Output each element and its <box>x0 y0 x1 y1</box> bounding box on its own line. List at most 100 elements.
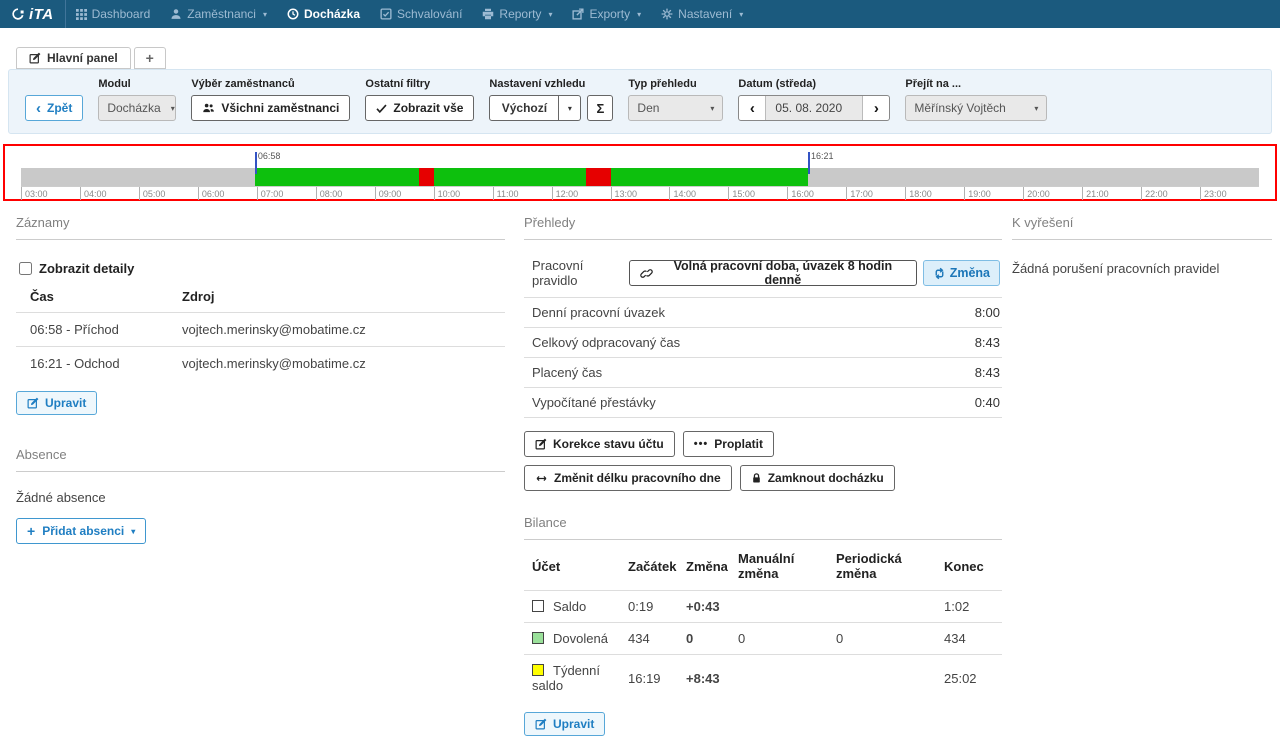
app-logo[interactable]: iTA <box>0 0 66 28</box>
edit-pencil-icon <box>27 397 39 409</box>
stat-value: 8:43 <box>975 335 1000 350</box>
nav-item-nastaveni[interactable]: Nastavení ▾ <box>651 0 753 28</box>
plus-icon: + <box>27 523 35 539</box>
employee-select-button[interactable]: Všichni zaměstnanci <box>191 95 350 121</box>
logo-clock-icon <box>11 7 25 21</box>
timeline-segment-green <box>611 168 808 186</box>
add-tab-button[interactable]: + <box>134 47 166 69</box>
stat-row: Celkový odpracovaný čas 8:43 <box>524 328 1002 358</box>
appearance-value-button[interactable]: Výchozí <box>489 95 559 121</box>
records-section: Záznamy Zobrazit detaily Čas Zdroj 06:58… <box>16 209 505 736</box>
nav-item-exporty[interactable]: Exporty ▾ <box>562 0 651 28</box>
back-button[interactable]: ‹ Zpět <box>25 95 83 121</box>
sum-button[interactable]: Σ <box>587 95 613 121</box>
group-vyber-zamestnancu: Výběr zaměstnanců Všichni zaměstnanci <box>191 78 350 121</box>
edit-pencil-icon <box>535 438 547 450</box>
balance-header: Změna <box>686 540 738 591</box>
previous-day-button[interactable]: ‹ <box>739 96 765 120</box>
chevron-down-icon: ▾ <box>131 527 135 536</box>
records-rows: 06:58 - Příchod vojtech.merinsky@mobatim… <box>16 313 505 381</box>
group-label: Přejít na ... <box>905 78 1047 90</box>
account-color-swatch <box>532 664 544 676</box>
sigma-icon: Σ <box>597 101 605 116</box>
end-value: 434 <box>944 623 1002 655</box>
nav-label: Zaměstnanci <box>187 7 256 21</box>
show-all-filters-button[interactable]: Zobrazit vše <box>365 95 474 121</box>
nav-item-dashboard[interactable]: Dashboard <box>66 0 161 28</box>
user-icon <box>170 8 182 20</box>
chevron-down-icon: ▾ <box>548 10 552 19</box>
work-rule-row: Pracovní pravidlo Volná pracovní doba, ú… <box>524 240 1002 298</box>
modul-select[interactable]: Docházka ▾ <box>98 95 176 121</box>
appearance-caret-button[interactable]: ▾ <box>559 95 581 121</box>
section-title-overview: Přehledy <box>524 209 1002 240</box>
link-icon <box>640 267 653 280</box>
stat-value: 8:00 <box>975 305 1000 320</box>
nav-item-reporty[interactable]: Reporty ▾ <box>472 0 562 28</box>
nav-item-schvalovani[interactable]: Schvalování <box>370 0 472 28</box>
timeline-tick: 05:00 <box>139 187 166 200</box>
next-day-button[interactable]: › <box>863 96 889 120</box>
stat-row: Vypočítané přestávky 0:40 <box>524 388 1002 418</box>
group-ostatni-filtry: Ostatní filtry Zobrazit vše <box>365 78 474 121</box>
go-to-employee-select[interactable]: Měřínský Vojtěch ▾ <box>905 95 1047 121</box>
start-value: 16:19 <box>628 655 686 702</box>
group-label: Datum (středa) <box>738 78 890 90</box>
tab-label: Hlavní panel <box>47 51 118 65</box>
view-type-select[interactable]: Den ▾ <box>628 95 723 121</box>
account-cell: Týdenní saldo <box>524 655 628 702</box>
timeline-segment-grey <box>808 168 1259 186</box>
timeline-segment-grey <box>21 168 255 186</box>
work-rule-button[interactable]: Volná pracovní doba, úvazek 8 hodin denn… <box>629 260 917 286</box>
stat-value: 8:43 <box>975 365 1000 380</box>
balance-header: Začátek <box>628 540 686 591</box>
lock-attendance-button[interactable]: Zamknout docházku <box>740 465 895 491</box>
start-value: 434 <box>628 623 686 655</box>
timeline-segment-red <box>586 168 611 186</box>
chevron-down-icon: ▾ <box>568 104 572 113</box>
timeline-tick: 13:00 <box>611 187 638 200</box>
change-value: 0 <box>686 623 738 655</box>
stat-label: Placený čas <box>532 365 602 380</box>
stat-label: Celkový odpracovaný čas <box>532 335 680 350</box>
edit-records-button[interactable]: Upravit <box>16 391 97 415</box>
nav-item-zamestnanci[interactable]: Zaměstnanci ▾ <box>160 0 277 28</box>
show-details-label[interactable]: Zobrazit detaily <box>39 261 134 276</box>
balance-table: Účet Začátek Změna Manuální změna Period… <box>524 540 1002 701</box>
day-timeline: 03:0004:0005:0006:0007:0008:0009:0010:00… <box>3 144 1277 201</box>
arrows-left-right-icon <box>535 473 548 484</box>
stat-row: Placený čas 8:43 <box>524 358 1002 388</box>
nav-item-dochazka[interactable]: Docházka <box>277 0 370 28</box>
change-day-length-button[interactable]: Změnit délku pracovního dne <box>524 465 732 491</box>
show-details-checkbox[interactable] <box>19 262 32 275</box>
change-rule-button[interactable]: Změna <box>923 260 1000 286</box>
account-color-swatch <box>532 600 544 612</box>
chevron-down-icon: ▾ <box>739 10 743 19</box>
balance-header: Manuální změna <box>738 540 836 591</box>
records-header-source: Zdroj <box>182 280 505 313</box>
table-row: 06:58 - Příchod vojtech.merinsky@mobatim… <box>16 313 505 347</box>
table-row: Dovolená 434 0 0 0 434 <box>524 623 1002 655</box>
add-absence-button[interactable]: + Přidat absenci ▾ <box>16 518 146 544</box>
edit-balance-button[interactable]: Upravit <box>524 712 605 736</box>
group-datum: Datum (středa) ‹ 05. 08. 2020 › <box>738 78 890 121</box>
account-cell: Dovolená <box>524 623 628 655</box>
filter-toolbar: ‹ Zpět Modul Docházka ▾ Výběr zaměstnanc… <box>8 69 1272 134</box>
payout-button[interactable]: ••• Proplatit <box>683 431 774 457</box>
manual-change-value <box>738 655 836 702</box>
periodic-change-value <box>836 591 944 623</box>
appearance-split-button: Výchozí ▾ <box>489 95 581 121</box>
timeline-axis: 03:0004:0005:0006:0007:0008:0009:0010:00… <box>21 186 1259 199</box>
record-source: vojtech.merinsky@mobatime.cz <box>182 347 505 381</box>
timeline-segment-green <box>255 168 419 186</box>
check-icon <box>376 103 387 114</box>
check-square-icon <box>380 8 392 20</box>
grid-icon <box>76 9 87 20</box>
table-row: Týdenní saldo 16:19 +8:43 25:02 <box>524 655 1002 702</box>
chevron-down-icon: ▾ <box>637 10 641 19</box>
timeline-tick: 09:00 <box>375 187 402 200</box>
date-value-field[interactable]: 05. 08. 2020 <box>765 96 863 120</box>
stat-label: Denní pracovní úvazek <box>532 305 665 320</box>
account-correction-button[interactable]: Korekce stavu účtu <box>524 431 675 457</box>
tab-hlavni-panel[interactable]: Hlavní panel <box>16 47 131 69</box>
